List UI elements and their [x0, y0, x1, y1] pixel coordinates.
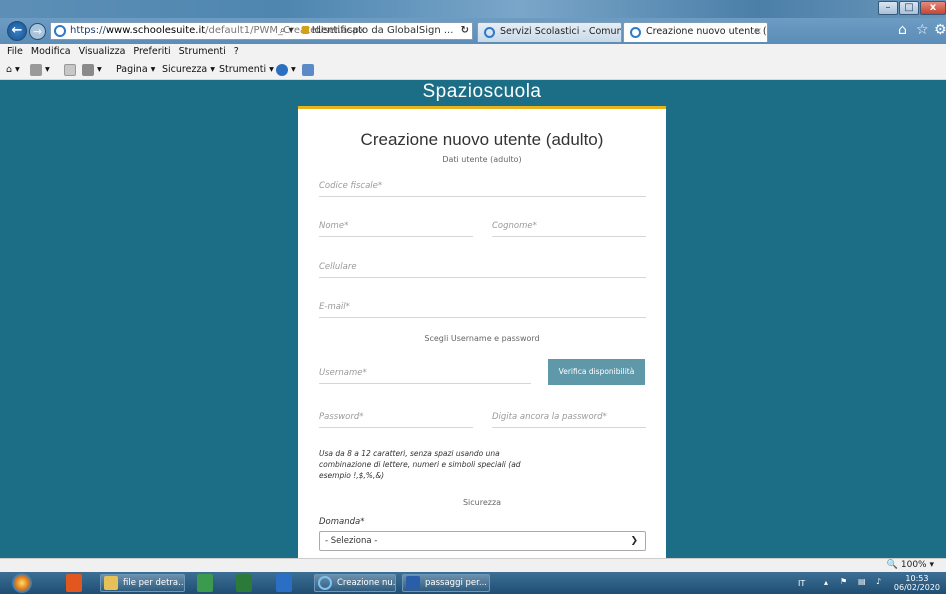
cellulare-field[interactable]: Cellulare [319, 262, 646, 278]
refresh-icon[interactable]: ↻ [461, 25, 469, 36]
maximize-button[interactable]: □ [899, 1, 919, 15]
word-icon [406, 576, 420, 590]
excel-icon[interactable] [236, 574, 252, 592]
section-security: Sicurezza [462, 498, 502, 507]
favorites-star-icon[interactable]: ☆ [916, 22, 929, 38]
home-cmd-icon[interactable]: ⌂ ▾ [6, 63, 20, 77]
sicurezza-menu[interactable]: Sicurezza ▾ [162, 63, 215, 77]
tab-label: Creazione nuovo utente (ad... [646, 26, 767, 37]
spreadsheet-icon[interactable] [197, 574, 213, 592]
email-field[interactable]: E-mail* [319, 302, 646, 318]
url-host: www.schoolesuite.it [105, 25, 206, 36]
search-icon[interactable]: ⌕ ▾ [280, 25, 294, 36]
domanda-select[interactable]: - Seleziona - ❯ [319, 531, 646, 551]
codice-fiscale-field[interactable]: Codice fiscale* [319, 181, 646, 197]
cert-label[interactable]: Identificato da GlobalSign ... [312, 25, 454, 36]
page-viewport: Spazioscuola Creazione nuovo utente (adu… [0, 81, 946, 558]
back-button[interactable]: ← [7, 21, 27, 41]
taskbar-item-explorer[interactable]: file per detra... [100, 574, 185, 592]
url-scheme: https:// [70, 25, 106, 36]
menu-file[interactable]: File [7, 44, 23, 60]
section-credentials: Scegli Username e password [424, 334, 540, 343]
zoom-level[interactable]: 🔍 100% ▾ [887, 559, 934, 572]
ie-icon [318, 576, 332, 590]
address-bar-row: ← → https://www.schoolesuite.it/default1… [0, 18, 946, 44]
registration-card: Creazione nuovo utente (adulto) Dati ute… [298, 109, 666, 558]
menu-modifica[interactable]: Modifica [31, 44, 71, 60]
tab-label: Servizi Scolastici - Comune di ... [500, 26, 621, 37]
ie-tab-icon [484, 27, 495, 38]
password-field[interactable]: Password* [319, 412, 473, 428]
menu-strumenti[interactable]: Strumenti [179, 44, 226, 60]
menu-help[interactable]: ? [234, 44, 239, 60]
url-input[interactable]: https://www.schoolesuite.it/default1/PWM… [50, 22, 473, 40]
page-title: Creazione nuovo utente (adulto) [360, 130, 604, 149]
menu-visualizza[interactable]: Visualizza [79, 44, 126, 60]
print-icon[interactable]: ▾ [82, 63, 102, 77]
tab-creazione-utente[interactable]: Creazione nuovo utente (ad... × [623, 22, 768, 42]
language-indicator[interactable]: IT [798, 579, 805, 588]
clock-time: 10:53 [905, 574, 929, 583]
volume-icon[interactable]: ♪ [876, 577, 881, 586]
command-bar: ⌂ ▾ ▾ ▾ Pagina ▾ Sicurezza ▾ Strumenti ▾… [0, 60, 946, 80]
settings-gear-icon[interactable]: ⚙ [934, 22, 946, 38]
help-icon[interactable]: ▾ [276, 63, 296, 77]
close-window-button[interactable]: x [920, 1, 946, 15]
network-icon[interactable]: ▤ [858, 577, 866, 586]
url-tools: ⌕ ▾ Identificato da GlobalSign ... ↻ [280, 23, 469, 39]
cognome-field[interactable]: Cognome* [492, 221, 646, 237]
brand-title: Spazioscuola [422, 81, 542, 102]
taskbar-item-label: file per detra... [123, 578, 185, 588]
mail-icon[interactable] [64, 63, 76, 77]
feeds-icon[interactable]: ▾ [30, 63, 50, 77]
password-hint: Usa da 8 a 12 caratteri, senza spazi usa… [319, 449, 521, 480]
ie-page-icon [54, 25, 66, 37]
close-tab-icon[interactable]: × [754, 23, 762, 41]
window-title-bar: – □ x [0, 0, 946, 18]
username-field[interactable]: Username* [319, 368, 531, 384]
lock-icon[interactable] [301, 26, 309, 34]
taskbar-item-label: Creazione nu... [337, 578, 396, 588]
chevron-down-icon: ❯ [630, 536, 638, 546]
folder-icon [104, 576, 118, 590]
minimize-button[interactable]: – [878, 1, 898, 15]
menu-bar: File Modifica Visualizza Preferiti Strum… [0, 44, 946, 60]
tab-servizi-scolastici[interactable]: Servizi Scolastici - Comune di ... [477, 22, 622, 42]
clock-date: 06/02/2020 [893, 583, 940, 592]
domanda-selected-value: - Seleziona - [325, 536, 378, 546]
home-icon[interactable]: ⌂ [898, 22, 907, 38]
media-player-icon[interactable] [66, 574, 82, 592]
start-button[interactable] [12, 573, 32, 593]
flag-icon[interactable]: ⚑ [840, 577, 847, 586]
clock[interactable]: 10:53 06/02/2020 [894, 574, 940, 592]
outlook-icon[interactable] [276, 574, 292, 592]
domanda-label: Domanda* [319, 517, 365, 527]
forward-button[interactable]: → [29, 23, 46, 40]
nome-field[interactable]: Nome* [319, 221, 473, 237]
status-bar: 🔍 100% ▾ [0, 558, 946, 572]
pagina-menu[interactable]: Pagina ▾ [116, 63, 155, 77]
system-tray: IT ▴ ⚑ ▤ ♪ 10:53 06/02/2020 [786, 572, 946, 594]
menu-preferiti[interactable]: Preferiti [133, 44, 170, 60]
taskbar-item-ie[interactable]: Creazione nu... [314, 574, 396, 592]
section-user-data: Dati utente (adulto) [442, 155, 522, 164]
taskbar-item-label: passaggi per... [425, 578, 487, 588]
show-hidden-icons-icon[interactable]: ▴ [824, 578, 828, 587]
taskbar-item-word[interactable]: passaggi per... [402, 574, 490, 592]
windows-taskbar: file per detra... Creazione nu... passag… [0, 572, 946, 594]
verify-availability-button[interactable]: Verifica disponibilità [548, 359, 645, 385]
research-icon[interactable] [302, 63, 314, 77]
password-confirm-field[interactable]: Digita ancora la password* [492, 412, 646, 428]
ie-tab-icon [630, 27, 641, 38]
strumenti-menu[interactable]: Strumenti ▾ [219, 63, 274, 77]
